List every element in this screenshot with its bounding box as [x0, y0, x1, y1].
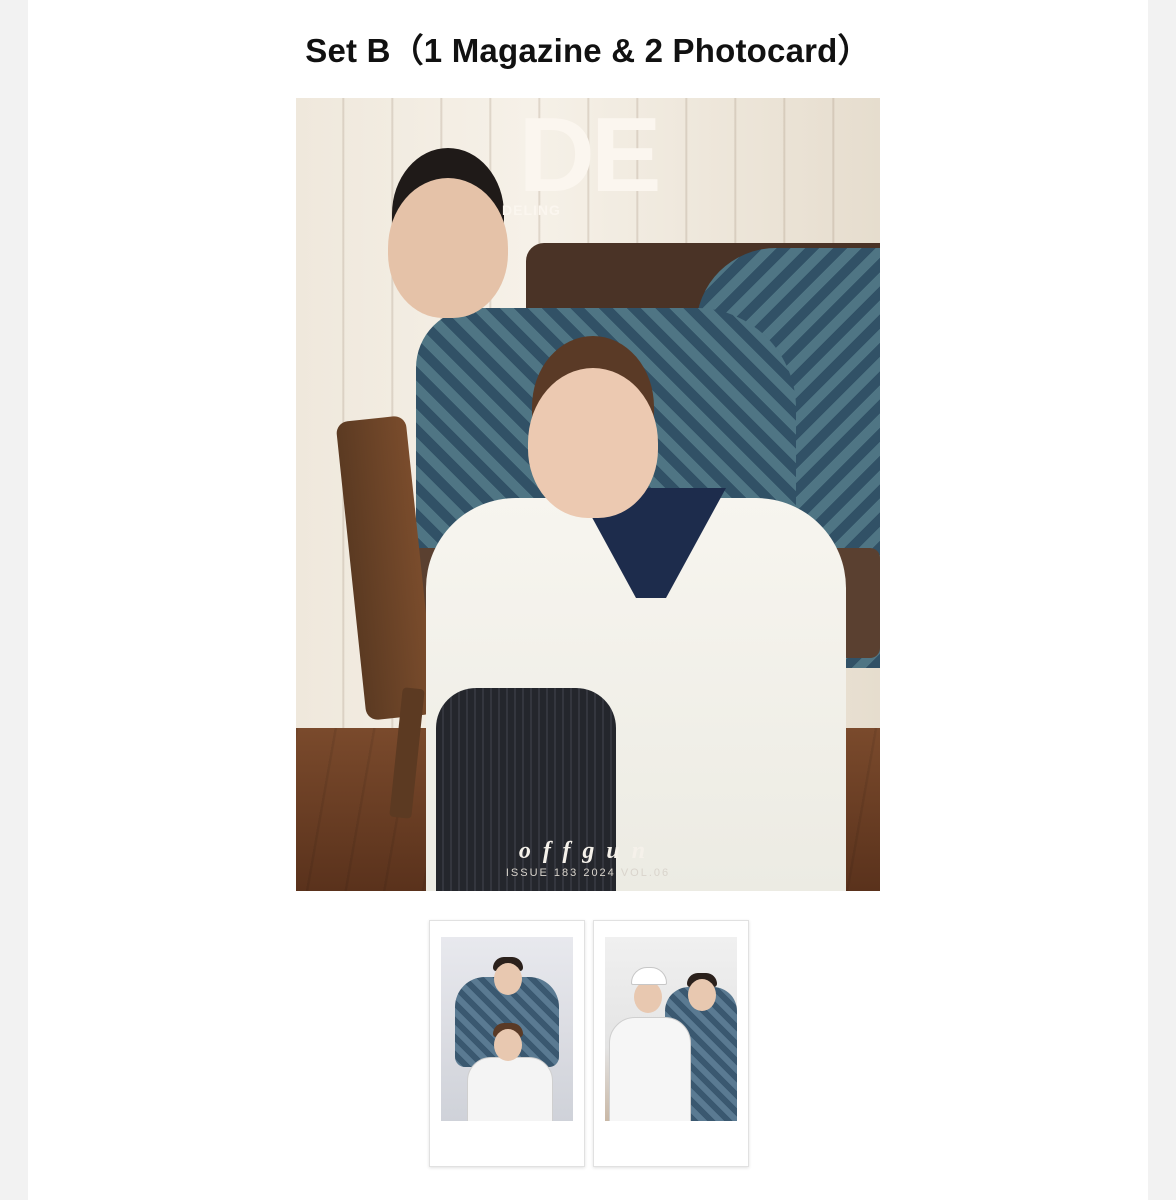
product-content: Set B（1 Magazine & 2 Photocard） DE DELIN… [28, 0, 1148, 1200]
photocard-1-figure-front [467, 1057, 553, 1121]
photocard-1-head-back [494, 963, 522, 995]
photocard-2[interactable] [593, 920, 749, 1167]
photocard-1-head-front [494, 1029, 522, 1061]
cover-name: offgun [518, 838, 658, 864]
photocard-2-figure-front [609, 1017, 691, 1121]
magazine-logo: DE [518, 98, 661, 214]
photocard-2-cap [631, 967, 667, 985]
photocard-2-head-back [688, 979, 716, 1011]
photocard-1-photo [441, 937, 573, 1121]
magazine-cover-image[interactable]: DE DELING offgun ISSUE 183 2024 VOL.06 [296, 98, 880, 891]
page-title: Set B（1 Magazine & 2 Photocard） [305, 32, 871, 69]
photocard-2-photo [605, 937, 737, 1121]
photocard-1[interactable] [429, 920, 585, 1167]
photocard-2-head-front [634, 981, 662, 1013]
cover-figure-front-head [528, 368, 658, 518]
magazine-logo-subtitle: DELING [502, 202, 561, 218]
cover-issue-line: ISSUE 183 2024 VOL.06 [505, 867, 671, 879]
